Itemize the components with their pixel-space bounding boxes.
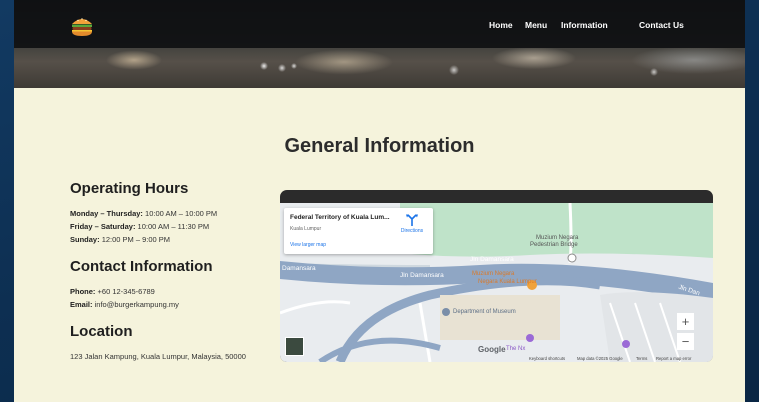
phone-value[interactable]: +60 12-345-6789 [98, 287, 155, 296]
view-larger-map-link[interactable]: View larger map [290, 242, 326, 248]
directions-icon [406, 214, 418, 226]
email-value[interactable]: info@burgerkampung.my [95, 300, 179, 309]
place-info-card: Federal Territory of Kuala Lum... Kuala … [284, 208, 433, 254]
road-label: Jln Damansara [400, 272, 444, 279]
operating-hours-heading: Operating Hours [70, 180, 189, 197]
satellite-thumbnail[interactable] [285, 337, 304, 356]
google-logo: Google [478, 345, 506, 354]
zoom-out-button[interactable]: − [677, 333, 694, 350]
phone-label: Phone: [70, 287, 96, 296]
hours-value: 12:00 PM – 9:00 PM [101, 235, 171, 244]
email-row: Email: info@burgerkampung.my [70, 300, 179, 309]
poi-label: Department of Museum [453, 309, 516, 315]
hours-row: Sunday: 12:00 PM – 9:00 PM [70, 235, 170, 244]
hours-label: Sunday: [70, 235, 100, 244]
poi-label: The Nx [506, 346, 526, 352]
phone-row: Phone: +60 12-345-6789 [70, 287, 155, 296]
road-label: Jln Damansara [470, 256, 514, 263]
location-heading: Location [70, 323, 133, 340]
hours-value: 10:00 AM – 10:00 PM [145, 209, 218, 218]
email-label: Email: [70, 300, 93, 309]
map-label: Pedestrian Bridge [530, 242, 578, 248]
place-name: Federal Territory of Kuala Lum... [290, 214, 390, 221]
address-text: 123 Jalan Kampung, Kuala Lumpur, Malaysi… [70, 352, 246, 361]
nav-menu[interactable]: Menu [525, 20, 547, 30]
map-canvas[interactable]: Federal Territory of Kuala Lum... Kuala … [280, 203, 713, 362]
nav-home[interactable]: Home [489, 20, 513, 30]
map-label: Muzium Negara [536, 235, 579, 241]
attribution-text: Map data ©2025 Google [577, 356, 623, 361]
nav-information[interactable]: Information [561, 20, 608, 30]
attribution-link[interactable]: Report a map error [656, 356, 691, 361]
hours-value: 10:00 AM – 11:30 PM [137, 222, 210, 231]
attribution-link[interactable]: Terms [636, 356, 647, 361]
map-embed[interactable]: Federal Territory of Kuala Lum... Kuala … [280, 190, 713, 362]
zoom-in-button[interactable]: + [677, 313, 694, 330]
hours-label: Friday – Saturday: [70, 222, 136, 231]
nav-contact-us[interactable]: Contact Us [639, 20, 684, 30]
hours-row: Monday – Thursday: 10:00 AM – 10:00 PM [70, 209, 217, 218]
poi-label: Negara Kuala Lumpur [478, 279, 537, 285]
road-label: Damansara [282, 265, 316, 272]
page-frame: Home Menu Information Contact Us General… [14, 0, 745, 402]
contact-heading: Contact Information [70, 258, 213, 275]
hours-row: Friday – Saturday: 10:00 AM – 11:30 PM [70, 222, 209, 231]
directions-button[interactable]: Directions [396, 213, 428, 237]
page-title: General Information [284, 135, 475, 157]
poi-label: Muzium Negara [472, 271, 515, 277]
navbar: Home Menu Information Contact Us [14, 0, 745, 48]
attribution-link[interactable]: Keyboard shortcuts [529, 356, 565, 361]
place-subtitle: Kuala Lumpur [290, 226, 322, 232]
hours-label: Monday – Thursday: [70, 209, 143, 218]
directions-label: Directions [400, 228, 424, 234]
burger-icon[interactable] [70, 14, 94, 38]
